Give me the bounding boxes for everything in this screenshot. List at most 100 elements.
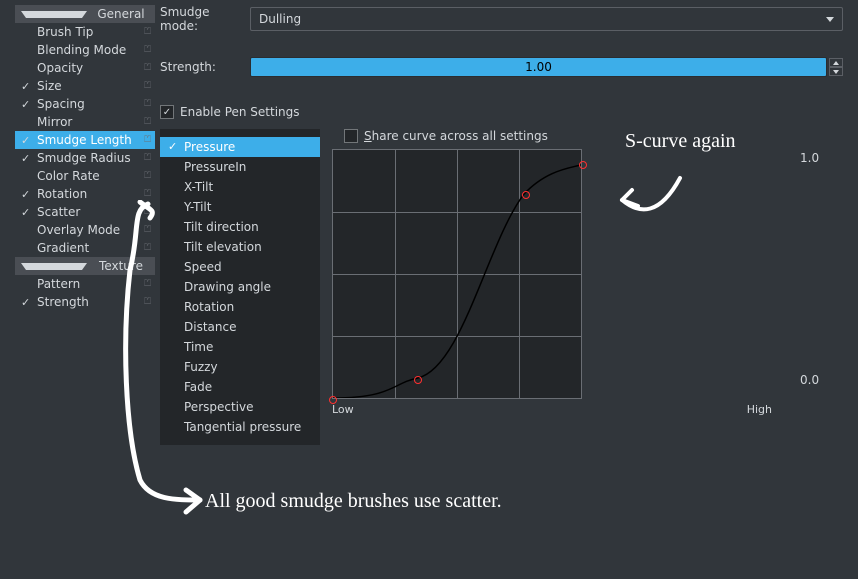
curve-handle[interactable] bbox=[414, 376, 422, 384]
pen-input-pressurein[interactable]: PressureIn bbox=[160, 157, 320, 177]
strength-label: Strength: bbox=[160, 60, 250, 74]
pen-input-label: Tilt elevation bbox=[184, 240, 262, 254]
curve-handle[interactable] bbox=[522, 191, 530, 199]
strength-spinner[interactable] bbox=[829, 58, 843, 76]
property-item-pattern[interactable]: Pattern ⏍ bbox=[15, 275, 155, 293]
check-icon: ✓ bbox=[168, 140, 177, 153]
smudge-mode-label: Smudge mode: bbox=[160, 5, 250, 33]
dropdown-value: Dulling bbox=[259, 12, 301, 26]
lock-icon: ⏍ bbox=[144, 45, 151, 55]
property-item-spacing[interactable]: ✓ Spacing ⏍ bbox=[15, 95, 155, 113]
pen-input-fade[interactable]: Fade bbox=[160, 377, 320, 397]
pen-input-label: Time bbox=[184, 340, 213, 354]
share-curve-label: Share curve across all settings bbox=[364, 129, 548, 143]
pen-input-speed[interactable]: Speed bbox=[160, 257, 320, 277]
section-header-texture[interactable]: Texture bbox=[15, 257, 155, 275]
pen-input-label: X-Tilt bbox=[184, 180, 213, 194]
lock-icon: ⏍ bbox=[144, 117, 151, 127]
lock-icon: ⏍ bbox=[144, 189, 151, 199]
pen-input-perspective[interactable]: Perspective bbox=[160, 397, 320, 417]
property-label: Mirror bbox=[37, 115, 72, 129]
property-label: Gradient bbox=[37, 241, 89, 255]
property-item-strength[interactable]: ✓ Strength ⏍ bbox=[15, 293, 155, 311]
property-label: Spacing bbox=[37, 97, 85, 111]
pen-input-tangential-pressure[interactable]: Tangential pressure bbox=[160, 417, 320, 437]
lock-icon: ⏍ bbox=[144, 171, 151, 181]
lock-icon: ⏍ bbox=[144, 153, 151, 163]
property-label: Strength bbox=[37, 295, 89, 309]
chevron-down-icon bbox=[826, 17, 834, 22]
section-title: General bbox=[93, 7, 149, 21]
property-label: Brush Tip bbox=[37, 25, 93, 39]
pen-input-x-tilt[interactable]: X-Tilt bbox=[160, 177, 320, 197]
property-label: Overlay Mode bbox=[37, 223, 120, 237]
pen-input-y-tilt[interactable]: Y-Tilt bbox=[160, 197, 320, 217]
property-item-blending-mode[interactable]: Blending Mode ⏍ bbox=[15, 41, 155, 59]
pen-input-drawing-angle[interactable]: Drawing angle bbox=[160, 277, 320, 297]
property-label: Pattern bbox=[37, 277, 80, 291]
pen-input-distance[interactable]: Distance bbox=[160, 317, 320, 337]
pen-input-label: Rotation bbox=[184, 300, 234, 314]
lock-icon: ⏍ bbox=[144, 297, 151, 307]
property-item-scatter[interactable]: ✓Scatter⏍ bbox=[15, 203, 155, 221]
curve-handle[interactable] bbox=[579, 161, 587, 169]
property-item-opacity[interactable]: Opacity ⏍ bbox=[15, 59, 155, 77]
pen-input-label: Tangential pressure bbox=[184, 420, 301, 434]
property-item-brush-tip[interactable]: Brush Tip⏍ bbox=[15, 23, 155, 41]
axis-low-label: Low bbox=[332, 403, 354, 416]
pen-input-label: Perspective bbox=[184, 400, 254, 414]
curve-handle[interactable] bbox=[329, 396, 337, 404]
pen-input-tilt-elevation[interactable]: Tilt elevation bbox=[160, 237, 320, 257]
pen-input-fuzzy[interactable]: Fuzzy bbox=[160, 357, 320, 377]
arrow-up-icon[interactable] bbox=[829, 58, 843, 67]
property-label: Smudge Radius bbox=[37, 151, 131, 165]
property-item-mirror[interactable]: Mirror ⏍ bbox=[15, 113, 155, 131]
property-item-smudge-length[interactable]: ✓Smudge Length⏍ bbox=[15, 131, 155, 149]
check-icon: ✓ bbox=[21, 80, 30, 93]
axis-ymax-label: 1.0 bbox=[800, 151, 819, 165]
strength-slider[interactable]: 1.00 bbox=[250, 57, 827, 77]
property-item-gradient[interactable]: Gradient ⏍ bbox=[15, 239, 155, 257]
property-label: Blending Mode bbox=[37, 43, 126, 57]
check-icon: ✓ bbox=[21, 296, 30, 309]
pen-input-tilt-direction[interactable]: Tilt direction bbox=[160, 217, 320, 237]
arrow-down-icon[interactable] bbox=[829, 67, 843, 76]
share-curve-checkbox[interactable] bbox=[344, 129, 358, 143]
pen-input-rotation[interactable]: Rotation bbox=[160, 297, 320, 317]
lock-icon: ⏍ bbox=[144, 135, 151, 145]
check-icon: ✓ bbox=[21, 206, 30, 219]
annotation-scatter: All good smudge brushes use scatter. bbox=[205, 490, 502, 513]
pen-input-label: Distance bbox=[184, 320, 236, 334]
curve-editor[interactable] bbox=[332, 149, 582, 399]
enable-pen-label: Enable Pen Settings bbox=[180, 105, 300, 119]
lock-icon: ⏍ bbox=[144, 63, 151, 73]
lock-icon: ⏍ bbox=[144, 243, 151, 253]
lock-icon: ⏍ bbox=[144, 279, 151, 289]
pen-input-time[interactable]: Time bbox=[160, 337, 320, 357]
checkbox-box: ✓ bbox=[160, 105, 174, 119]
property-item-size[interactable]: ✓Size⏍ bbox=[15, 77, 155, 95]
property-label: Scatter bbox=[37, 205, 80, 219]
pen-input-list: ✓PressurePressureIn X-Tilt Y-Tilt Tilt dire… bbox=[160, 129, 320, 445]
pen-input-pressure[interactable]: ✓Pressure bbox=[160, 137, 320, 157]
pen-input-label: Tilt direction bbox=[184, 220, 259, 234]
curve-path bbox=[333, 150, 581, 398]
property-item-overlay-mode[interactable]: Overlay Mode ⏍ bbox=[15, 221, 155, 239]
pen-input-label: Drawing angle bbox=[184, 280, 271, 294]
property-item-rotation[interactable]: ✓Rotation⏍ bbox=[15, 185, 155, 203]
curve-panel: Share curve across all settings Low High… bbox=[330, 129, 843, 445]
lock-icon: ⏍ bbox=[144, 225, 151, 235]
lock-icon: ⏍ bbox=[144, 99, 151, 109]
property-item-color-rate[interactable]: Color Rate⏍ bbox=[15, 167, 155, 185]
axis-ymin-label: 0.0 bbox=[800, 373, 819, 387]
property-label: Opacity bbox=[37, 61, 83, 75]
strength-value: 1.00 bbox=[525, 60, 552, 74]
check-icon: ✓ bbox=[21, 152, 30, 165]
check-icon: ✓ bbox=[21, 98, 30, 111]
section-header-general[interactable]: General bbox=[15, 5, 155, 23]
property-item-smudge-radius[interactable]: ✓ Smudge Radius ⏍ bbox=[15, 149, 155, 167]
enable-pen-checkbox[interactable]: ✓ Enable Pen Settings bbox=[160, 105, 300, 119]
property-label: Size bbox=[37, 79, 62, 93]
chevron-down-icon bbox=[21, 263, 87, 270]
smudge-mode-dropdown[interactable]: Dulling bbox=[250, 7, 843, 31]
